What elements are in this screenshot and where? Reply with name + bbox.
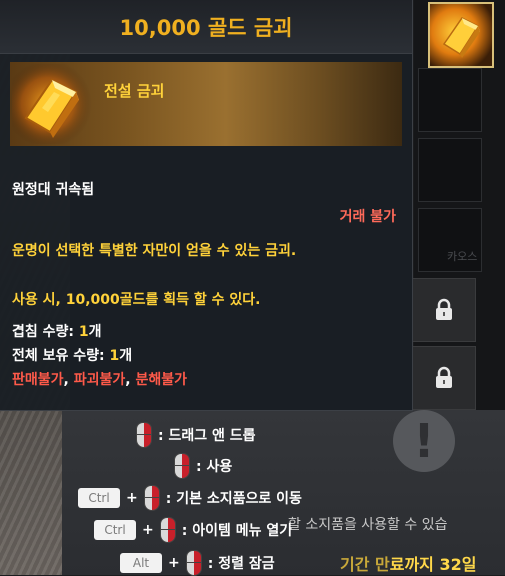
restriction-destroy: 파괴불가	[73, 372, 126, 388]
hint-label: : 사용	[196, 459, 233, 475]
item-usage: 사용 시, 10,000골드를 획득 할 수 있다.	[12, 292, 261, 308]
plus-sign: +	[168, 555, 180, 571]
item-grade: 전설 금괴	[104, 82, 165, 100]
hint-label: : 드래그 앤 드롭	[158, 428, 256, 444]
gold-bar-slot[interactable]	[428, 2, 494, 68]
tooltip-header: 10,000 골드 금괴	[0, 0, 412, 54]
ctrl-key: Ctrl	[78, 488, 120, 508]
plus-sign: +	[142, 522, 154, 538]
inventory-slot[interactable]	[418, 138, 482, 202]
inventory-slot[interactable]	[418, 68, 482, 132]
owned-quantity: 전체 보유 수량: 1개	[12, 348, 133, 364]
locked-inventory-slot[interactable]	[412, 278, 476, 342]
hint-item-menu: Ctrl + : 아이템 메뉴 열기	[94, 517, 292, 543]
faint-background-label: 카오스	[447, 250, 478, 263]
trade-status: 거래 불가	[339, 209, 396, 225]
bound-status: 원정대 귀속됨	[12, 182, 95, 198]
expiry-text: 기간 만료까지 32일	[340, 555, 477, 574]
hint-label: : 정렬 잠금	[207, 556, 275, 572]
gold-bar-icon	[442, 17, 480, 58]
restriction-sell: 판매불가	[12, 372, 64, 388]
alt-key: Alt	[120, 553, 162, 573]
warning-icon: !	[393, 410, 455, 472]
panel-notice: 할 소지품을 사용할 수 있습	[288, 517, 448, 533]
gold-bar-icon	[12, 64, 92, 144]
hint-label: : 아이템 메뉴 열기	[181, 523, 293, 539]
item-title: 10,000 골드 금괴	[119, 16, 293, 40]
mouse-right-click-icon	[185, 550, 202, 576]
item-tooltip: 10,000 골드 금괴 전설 금괴 원정대 귀속됨 거래 불가 운명이 선택한…	[0, 0, 413, 411]
item-description: 운명이 선택한 특별한 자만이 얻을 수 있는 금괴.	[12, 243, 297, 259]
item-banner: 전설 금괴	[10, 62, 402, 146]
lock-icon	[436, 298, 452, 320]
hint-label: : 기본 소지품으로 이동	[165, 491, 302, 507]
hint-move-inventory: Ctrl + : 기본 소지품으로 이동	[78, 485, 302, 511]
mouse-right-click-icon	[143, 485, 160, 511]
mouse-right-click-icon	[159, 517, 176, 543]
plus-sign: +	[126, 490, 138, 506]
mouse-right-click-icon	[136, 422, 152, 448]
lock-icon	[436, 366, 452, 388]
locked-inventory-slot[interactable]	[412, 346, 476, 410]
ctrl-key: Ctrl	[94, 520, 136, 540]
restriction-dismantle: 분해불가	[135, 372, 187, 388]
hint-use: : 사용	[174, 453, 232, 479]
restrictions: 판매불가, 파괴불가, 분해불가	[12, 372, 187, 388]
hint-drag-drop: : 드래그 앤 드롭	[136, 422, 256, 448]
stack-quantity: 겹침 수량: 1개	[12, 324, 102, 340]
hint-sort-lock: Alt + : 정렬 잠금	[120, 550, 275, 576]
mouse-right-click-icon	[174, 453, 190, 479]
